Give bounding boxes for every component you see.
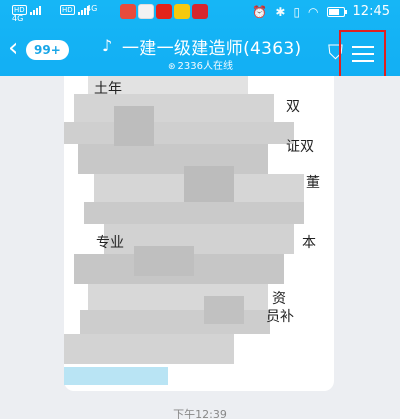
earpiece-icon: ♪: [102, 36, 113, 55]
app-notify-icon: [156, 4, 172, 19]
text-fragment: 土年: [94, 81, 122, 97]
text-fragment: 本: [302, 235, 316, 251]
unread-badge[interactable]: 99+: [26, 40, 69, 60]
group-title[interactable]: 一建一级建造师(4363): [122, 34, 301, 59]
message-bubble[interactable]: 土年 双 证双 董 专业 本 资 员补: [64, 76, 334, 391]
online-icon: ⊛: [168, 62, 176, 72]
text-fragment: 双: [286, 99, 300, 115]
battery-icon: [326, 6, 347, 17]
top-bar: HD 4G HD 4G ⏰ ✱ ▯ ◠ 12:45 ‹ 99+ ♪ 一建一级建造…: [0, 0, 400, 86]
highlight-strip: [64, 367, 168, 385]
status-bar: HD 4G HD 4G ⏰ ✱ ▯ ◠ 12:45: [0, 0, 400, 26]
bluetooth-icon: ✱: [275, 4, 286, 19]
network-type-2: 4G: [86, 4, 98, 13]
app-notify-icon: [120, 4, 136, 19]
chat-area[interactable]: 土年 双 证双 董 专业 本 资 员补 下午12:39: [0, 76, 400, 419]
text-fragment: 资: [272, 291, 286, 307]
back-button[interactable]: ‹: [8, 35, 18, 61]
status-right: ⏰ ✱ ▯ ◠ 12:45: [252, 4, 390, 19]
wifi-icon: ◠: [308, 4, 319, 19]
alarm-icon: ⏰: [252, 4, 268, 19]
message-timestamp: 下午12:39: [173, 408, 227, 419]
menu-button[interactable]: [339, 30, 386, 78]
online-count: 2336人在线: [177, 61, 233, 72]
menu-icon: [352, 44, 374, 64]
text-fragment: 董: [306, 175, 320, 191]
signal-group-1b: 4G: [12, 14, 25, 23]
text-fragment: 员补: [266, 309, 294, 325]
app-notify-icon: [174, 4, 190, 19]
online-status: ⊛ 2336人在线: [168, 57, 233, 72]
vibrate-icon: ▯: [293, 4, 301, 19]
app-notify-icon: [192, 4, 208, 19]
signal-group-2b: 4G: [86, 4, 99, 13]
notification-icons: [120, 4, 208, 19]
network-type: 4G: [12, 14, 24, 23]
text-fragment: 证双: [286, 139, 314, 155]
hd-label-2: HD: [60, 5, 75, 15]
signal-group-2: HD: [60, 5, 89, 15]
text-fragment: 专业: [96, 235, 124, 251]
status-time: 12:45: [352, 4, 390, 19]
app-notify-icon: [138, 4, 154, 19]
